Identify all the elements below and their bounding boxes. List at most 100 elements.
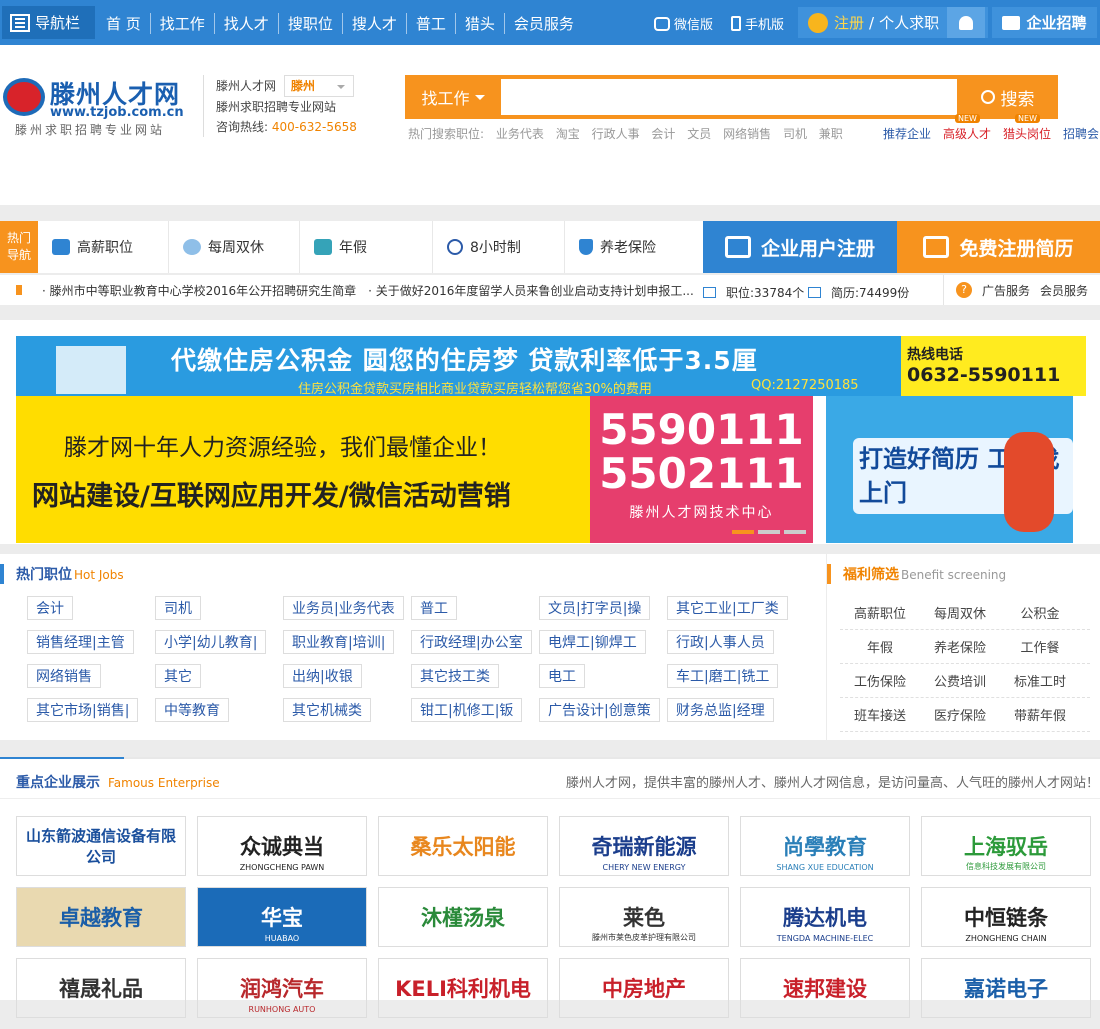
hot-job-link[interactable]: 职业教育|培训| xyxy=(283,630,395,654)
enterprise-logo[interactable]: KELI科利机电 xyxy=(378,958,548,1018)
hot-job-link[interactable]: 其它机械类 xyxy=(283,698,371,722)
hot-job-link[interactable]: 电工 xyxy=(539,664,585,688)
hot-term[interactable]: 淘宝 xyxy=(556,127,580,141)
enterprise-logo[interactable]: 速邦建设 xyxy=(740,958,910,1018)
wechat-link[interactable]: 微信版 xyxy=(654,14,713,33)
welfare-link[interactable]: 标准工时 xyxy=(1000,671,1080,690)
top-nav-search-talent[interactable]: 搜人才 xyxy=(341,13,406,34)
carousel-dot[interactable] xyxy=(732,530,754,534)
senior-talent-link[interactable]: 高级人才 NEW xyxy=(943,114,991,142)
hot-job-link[interactable]: 钳工|机修工|钣 xyxy=(411,698,523,722)
welfare-link[interactable]: 养老保险 xyxy=(920,637,1000,656)
hot-job-link[interactable]: 普工 xyxy=(411,596,457,620)
hot-job-link[interactable]: 其它市场|销售| xyxy=(27,698,139,722)
enterprise-register-button[interactable]: 企业用户注册 xyxy=(703,221,897,273)
hot-term[interactable]: 文员 xyxy=(687,127,711,141)
hot-term[interactable]: 业务代表 xyxy=(496,127,544,141)
enterprise-logo[interactable]: 卓越教育 xyxy=(16,887,186,947)
resume-register-button[interactable]: 免费注册简历 xyxy=(897,221,1100,273)
hot-job-link[interactable]: 业务员|业务代表 xyxy=(283,596,404,620)
welfare-link[interactable]: 医疗保险 xyxy=(920,705,1000,724)
enterprise-logo[interactable]: 嘉诺电子 xyxy=(921,958,1091,1018)
job-fair-link[interactable]: 招聘会 xyxy=(1063,125,1099,142)
top-nav-headhunter[interactable]: 猎头 xyxy=(454,13,504,34)
hot-term[interactable]: 网络销售 xyxy=(723,127,771,141)
hot-job-link[interactable]: 中等教育 xyxy=(155,698,229,722)
hot-job-link[interactable]: 其它技工类 xyxy=(411,664,499,688)
enterprise-logo[interactable]: 上海驭岳 信息科技发展有限公司 xyxy=(921,816,1091,876)
hot-job-link[interactable]: 其它工业|工厂类 xyxy=(667,596,788,620)
enterprise-logo[interactable]: 腾达机电 TENGDA MACHINE-ELEC xyxy=(740,887,910,947)
top-nav-find-talent[interactable]: 找人才 xyxy=(213,13,278,34)
hot-job-link[interactable]: 行政|人事人员 xyxy=(667,630,774,654)
enterprise-recruit-button[interactable]: 企业招聘 xyxy=(992,7,1097,38)
top-nav-home[interactable]: 首 页 xyxy=(106,13,150,34)
search-button[interactable]: 搜索 xyxy=(957,75,1058,119)
enterprise-logo[interactable]: 中房地产 xyxy=(559,958,729,1018)
personal-job-link[interactable]: 个人求职 xyxy=(879,12,939,33)
top-nav-member-service[interactable]: 会员服务 xyxy=(503,13,583,34)
hot-term[interactable]: 会计 xyxy=(651,127,675,141)
recommended-companies-link[interactable]: 推荐企业 xyxy=(883,125,931,142)
hot-term[interactable]: 司机 xyxy=(783,127,807,141)
enterprise-logo[interactable]: 奇瑞新能源 CHERY NEW ENERGY xyxy=(559,816,729,876)
welfare-link[interactable]: 班车接送 xyxy=(840,705,920,724)
resume-ad-banner[interactable]: 打造好简历 工作找上门 xyxy=(826,396,1073,543)
welfare-link[interactable]: 带薪年假 xyxy=(1000,705,1080,724)
hot-job-link[interactable]: 行政经理|办公室 xyxy=(411,630,532,654)
hot-job-link[interactable]: 小学|幼儿教育| xyxy=(155,630,267,654)
welfare-link[interactable]: 公费培训 xyxy=(920,671,1000,690)
hot-job-link[interactable]: 网络销售 xyxy=(27,664,101,688)
enterprise-logo[interactable]: 山东箭波通信设备有限公司 xyxy=(16,816,186,876)
enterprise-logo[interactable]: 润鸿汽车 RUNHONG AUTO xyxy=(197,958,367,1018)
housing-fund-banner[interactable]: 代缴住房公积金 圆您的住房梦 贷款利率低于3.5厘 住房公积金贷款买房相比商业贷… xyxy=(16,336,1086,397)
hot-job-link[interactable]: 会计 xyxy=(27,596,73,620)
mobile-link[interactable]: 手机版 xyxy=(731,14,784,33)
enterprise-logo[interactable]: 中恒链条 ZHONGHENG CHAIN xyxy=(921,887,1091,947)
welfare-link[interactable]: 工作餐 xyxy=(1000,637,1080,656)
benefit-8-hours[interactable]: 8小时制 xyxy=(433,221,565,273)
top-nav-general-worker[interactable]: 普工 xyxy=(405,13,455,34)
hot-job-link[interactable]: 电焊工|铆焊工 xyxy=(539,630,646,654)
headhunter-jobs-link[interactable]: 猎头岗位 NEW xyxy=(1003,114,1051,142)
hot-job-link[interactable]: 司机 xyxy=(155,596,201,620)
welfare-link[interactable]: 年假 xyxy=(840,637,920,656)
hot-term[interactable]: 行政人事 xyxy=(592,127,640,141)
site-logo[interactable]: 滕州人才网 www.tzjob.com.cn 滕州求职招聘专业网站 xyxy=(3,75,188,137)
welfare-link[interactable]: 高薪职位 xyxy=(840,603,920,622)
bell-button[interactable] xyxy=(947,7,986,38)
nav-menu-button[interactable]: 导航栏 xyxy=(2,6,95,39)
member-service-link[interactable]: 会员服务 xyxy=(1040,282,1088,299)
hot-job-link[interactable]: 销售经理|主管 xyxy=(27,630,134,654)
enterprise-logo[interactable]: 华宝 HUABAO xyxy=(197,887,367,947)
hot-job-link[interactable]: 广告设计|创意策 xyxy=(539,698,660,722)
search-input[interactable] xyxy=(501,79,957,115)
hot-job-link[interactable]: 财务总监|经理 xyxy=(667,698,774,722)
search-type-select[interactable]: 找工作 xyxy=(405,75,501,119)
news-item[interactable]: · 关于做好2016年度留学人员来鲁创业启动支持计划申报工... xyxy=(368,282,694,299)
welfare-link[interactable]: 公积金 xyxy=(1000,603,1080,622)
enterprise-logo[interactable]: 桑乐太阳能 xyxy=(378,816,548,876)
enterprise-logo[interactable]: 禧晟礼品 xyxy=(16,958,186,1018)
welfare-link[interactable]: 每周双休 xyxy=(920,603,1000,622)
hot-term[interactable]: 兼职 xyxy=(819,127,843,141)
register-link[interactable]: 注册 xyxy=(834,12,864,33)
carousel-dot[interactable] xyxy=(784,530,806,534)
enterprise-logo[interactable]: 众诚典当 ZHONGCHENG PAWN xyxy=(197,816,367,876)
welfare-link[interactable]: 工伤保险 xyxy=(840,671,920,690)
city-selector[interactable]: 滕州 xyxy=(284,75,355,97)
enterprise-logo[interactable]: 沐槿汤泉 xyxy=(378,887,548,947)
top-nav-find-job[interactable]: 找工作 xyxy=(149,13,214,34)
hot-job-link[interactable]: 文员|打字员|操 xyxy=(539,596,651,620)
benefit-pension[interactable]: 养老保险 xyxy=(565,221,703,273)
hot-job-link[interactable]: 出纳|收银 xyxy=(283,664,362,688)
enterprise-logo[interactable]: 尚學教育 SHANG XUE EDUCATION xyxy=(740,816,910,876)
benefit-annual-leave[interactable]: 年假 xyxy=(300,221,433,273)
enterprise-logo[interactable]: 莱色 滕州市莱色皮革护理有限公司 xyxy=(559,887,729,947)
carousel-dot[interactable] xyxy=(758,530,780,534)
ad-service-link[interactable]: 广告服务 xyxy=(982,282,1030,299)
top-nav-search-jobs[interactable]: 搜职位 xyxy=(277,13,342,34)
benefit-weekend[interactable]: 每周双休 xyxy=(169,221,300,273)
hot-job-link[interactable]: 车工|磨工|铣工 xyxy=(667,664,779,688)
hot-job-link[interactable]: 其它 xyxy=(155,664,201,688)
